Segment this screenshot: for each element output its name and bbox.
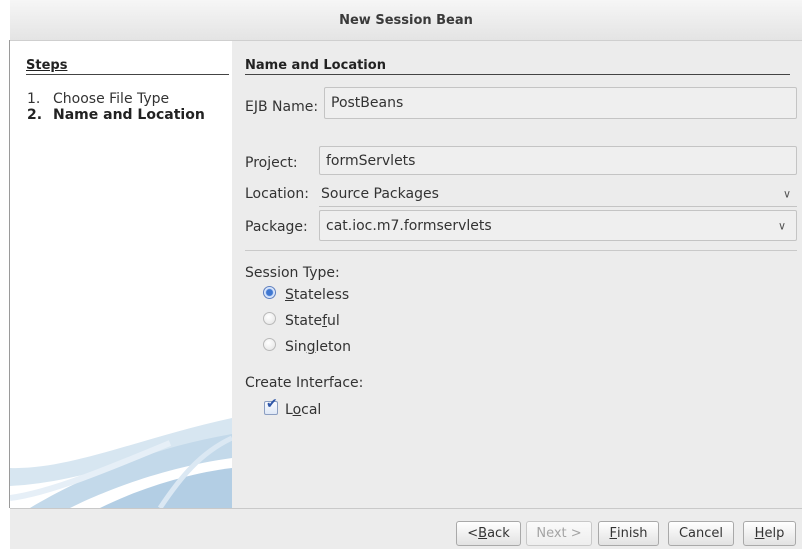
- session-type-label: Session Type:: [245, 265, 340, 281]
- ejb-name-label: EJB Name:: [245, 99, 319, 115]
- ejb-name-input[interactable]: PostBeans: [324, 87, 797, 119]
- chevron-down-icon: ∨: [782, 187, 791, 200]
- steps-panel: Steps 1. Choose File Type 2. Name and Loca…: [10, 41, 232, 508]
- label-text: ack: [487, 526, 510, 541]
- label-text: Sin: [285, 339, 307, 355]
- section-title: Name and Location: [245, 58, 386, 73]
- step-number: 1.: [27, 91, 41, 107]
- mnemonic-letter: F: [609, 526, 617, 541]
- step-label: Choose File Type: [53, 91, 170, 107]
- help-button[interactable]: Help: [743, 521, 796, 546]
- checkmark-icon: ✔: [266, 396, 278, 412]
- label-text: L: [285, 402, 293, 418]
- label-text: <: [467, 526, 479, 541]
- chevron-down-icon: ∨: [777, 219, 786, 232]
- radio-singleton[interactable]: [263, 338, 276, 351]
- label-text: elp: [764, 526, 785, 541]
- label-text: Cancel: [678, 526, 724, 541]
- step-choose-file-type: 1. Choose File Type: [27, 91, 169, 107]
- location-value: Source Packages: [321, 186, 439, 202]
- finish-button[interactable]: Finish: [598, 521, 659, 546]
- window-title: New Session Bean: [339, 12, 473, 28]
- label-text: cal: [301, 402, 322, 418]
- section-divider: [245, 74, 790, 75]
- radio-stateful[interactable]: [263, 312, 276, 325]
- mnemonic-letter: o: [292, 402, 302, 418]
- step-number: 2.: [27, 107, 43, 123]
- stateful-label[interactable]: Stateful: [285, 313, 340, 329]
- label-text: State: [285, 313, 323, 329]
- location-select[interactable]: Source Packages ∨: [319, 181, 797, 207]
- local-label[interactable]: Local: [285, 402, 321, 418]
- package-value: cat.ioc.m7.formservlets: [326, 217, 492, 234]
- ejb-name-value: PostBeans: [331, 95, 404, 111]
- local-checkbox[interactable]: ✔: [264, 396, 278, 415]
- stateless-label[interactable]: Stateless: [285, 287, 349, 303]
- create-interface-label: Create Interface:: [245, 375, 364, 391]
- project-label: Project:: [245, 155, 298, 171]
- mnemonic-letter: S: [285, 287, 294, 303]
- project-field: formServlets: [319, 146, 797, 175]
- cancel-button[interactable]: Cancel: [668, 521, 734, 546]
- label-text: inish: [617, 526, 648, 541]
- step-name-and-location: 2. Name and Location: [27, 107, 205, 123]
- step-label: Name and Location: [53, 107, 205, 123]
- label-text: ul: [327, 313, 340, 329]
- wizard-decoration-graphic: [10, 418, 232, 508]
- radio-stateless[interactable]: [263, 286, 276, 299]
- location-label: Location:: [245, 186, 309, 202]
- package-combo[interactable]: cat.ioc.m7.formservlets ∨: [319, 210, 797, 241]
- label-text: tateless: [293, 287, 350, 303]
- main-form-panel: Name and Location EJB Name: PostBeans Pr…: [232, 41, 802, 508]
- mnemonic-letter: B: [478, 526, 488, 541]
- steps-divider: [26, 74, 229, 75]
- button-bar: < Back Next > Finish Cancel Help: [10, 508, 802, 549]
- mnemonic-letter: g: [306, 339, 316, 355]
- next-button[interactable]: Next >: [526, 521, 592, 546]
- project-value: formServlets: [326, 152, 416, 169]
- window-title-bar[interactable]: New Session Bean: [10, 0, 802, 41]
- label-text: leton: [315, 339, 351, 355]
- back-button[interactable]: < Back: [456, 521, 521, 546]
- steps-title: Steps: [26, 58, 68, 73]
- label-text: Next >: [536, 526, 582, 541]
- singleton-label[interactable]: Singleton: [285, 339, 351, 355]
- mnemonic-letter: H: [754, 526, 765, 541]
- package-label: Package:: [245, 219, 308, 235]
- form-divider: [245, 250, 797, 251]
